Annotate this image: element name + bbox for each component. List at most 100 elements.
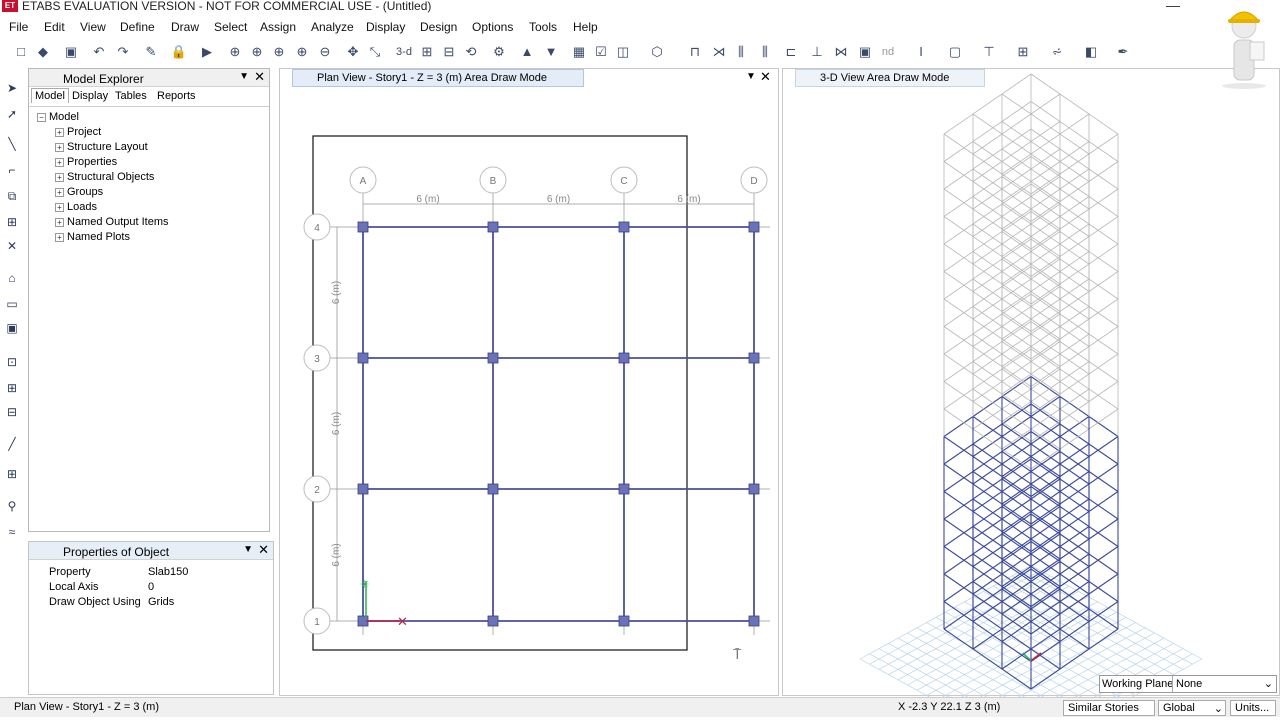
menu-design[interactable]: Design (420, 20, 457, 34)
draw-area-icon[interactable]: ▣ (4, 320, 20, 336)
tree-item-named-output-items[interactable]: + Named Output Items (55, 216, 169, 228)
plan-view-icon[interactable]: ⊞ (418, 43, 436, 61)
section-cut-icon[interactable]: ⊥ (808, 43, 826, 61)
tree-item-structure-layout[interactable]: + Structure Layout (55, 141, 148, 153)
beam-icon[interactable]: ⫼ (756, 43, 774, 61)
tree-item-properties[interactable]: + Properties (55, 156, 117, 168)
zoom-previous-icon[interactable]: ⊖ (316, 43, 334, 61)
align-icon[interactable]: ⊤ (980, 43, 998, 61)
working-plane-select[interactable]: None ⌄ (1172, 676, 1276, 692)
tab-tables[interactable]: Tables (115, 90, 147, 102)
menu-define[interactable]: Define (120, 20, 155, 34)
expand-icon[interactable]: + (55, 232, 64, 242)
reshape-icon[interactable]: ➚ (4, 106, 20, 122)
3d-view-button[interactable]: 3-d (394, 43, 414, 61)
zoom-restore-icon[interactable]: ⊕ (293, 43, 311, 61)
rubber-band-icon[interactable]: ⤡ (366, 43, 384, 61)
draw-opening-icon[interactable]: ⊡ (4, 354, 20, 370)
nd-button[interactable]: nd (878, 43, 898, 61)
units-button[interactable]: Units... (1230, 700, 1276, 716)
menu-edit[interactable]: Edit (44, 20, 65, 34)
column-icon[interactable]: ⫼ (732, 43, 750, 61)
chevron-down-icon[interactable]: ▼ (243, 544, 253, 555)
undo-icon[interactable]: ↶ (90, 43, 108, 61)
coord-system-select[interactable]: Global ⌄ (1158, 700, 1226, 716)
menu-file[interactable]: File (9, 20, 28, 34)
plan-view-canvas[interactable]: A B C D 4 3 2 1 6 (m) 6 (m) 6 (m) 6 (m) 6 (m) 6 (m) ✕ ✳ (280, 69, 780, 697)
tab-display[interactable]: Display (72, 90, 108, 102)
prop-value-property[interactable]: Slab150 (148, 566, 188, 578)
draw-floor-icon[interactable]: ⌂ (4, 270, 20, 286)
draw-dimension-icon[interactable]: ⚲ (4, 498, 20, 514)
tree-item-named-plots[interactable]: + Named Plots (55, 231, 130, 243)
pan-icon[interactable]: ✥ (344, 43, 362, 61)
menu-assign[interactable]: Assign (260, 20, 296, 34)
draw-column-icon[interactable]: ⧉ (4, 188, 20, 204)
draw-grid-icon[interactable]: ⊞ (4, 466, 20, 482)
collapse-icon[interactable]: − (37, 112, 46, 122)
redo-icon[interactable]: ↷ (114, 43, 132, 61)
link-icon[interactable]: ⋈ (832, 43, 850, 61)
move-down-icon[interactable]: ▼ (542, 43, 560, 61)
elevation-view-icon[interactable]: ⊟ (440, 43, 458, 61)
draw-icon[interactable]: ✎ (142, 43, 160, 61)
tab-reports[interactable]: Reports (157, 90, 196, 102)
view-options-icon[interactable]: ⬡ (648, 43, 666, 61)
paint-icon[interactable]: ✒ (1114, 43, 1132, 61)
close-icon[interactable]: ✕ (254, 69, 265, 85)
tree-item-structural-objects[interactable]: + Structural Objects (55, 171, 154, 183)
area-icon[interactable]: ▣ (856, 43, 874, 61)
box-icon[interactable]: ▢ (946, 43, 964, 61)
display-options-icon[interactable]: ◫ (614, 43, 632, 61)
3d-view-canvas[interactable] (783, 69, 1280, 697)
expand-icon[interactable]: + (55, 202, 64, 212)
save-icon[interactable]: ▣ (62, 43, 80, 61)
close-icon[interactable]: ✕ (258, 542, 269, 558)
expand-icon[interactable]: + (55, 142, 64, 152)
joint-icon[interactable]: ⩫ (1048, 43, 1066, 61)
zoom-in-icon[interactable]: ⊕ (248, 43, 266, 61)
run-analysis-icon[interactable]: ▶ (198, 43, 216, 61)
prop-value-local-axis[interactable]: 0 (148, 581, 154, 593)
menu-tools[interactable]: Tools (529, 20, 557, 34)
draw-wall-stack-icon[interactable]: ⊞ (4, 380, 20, 396)
brace-icon[interactable]: ⋊ (710, 43, 728, 61)
tree-root-model[interactable]: − Model (37, 111, 79, 123)
tree-item-loads[interactable]: + Loads (55, 201, 97, 213)
object-shrink-icon[interactable]: ▦ (570, 43, 588, 61)
menu-draw[interactable]: Draw (171, 20, 199, 34)
expand-icon[interactable]: + (55, 187, 64, 197)
tree-item-project[interactable]: + Project (55, 126, 101, 138)
tab-model[interactable]: Model (31, 88, 69, 103)
minimize-button[interactable]: — (1166, 0, 1180, 13)
tree-item-groups[interactable]: + Groups (55, 186, 103, 198)
draw-beam-icon[interactable]: ⌐ (4, 162, 20, 178)
pointer-icon[interactable]: ➤ (4, 80, 20, 96)
draw-x-brace-icon[interactable]: ✕ (4, 238, 20, 254)
wall-icon[interactable]: ⊏ (782, 43, 800, 61)
menu-analyze[interactable]: Analyze (311, 20, 354, 34)
lock-icon[interactable]: 🔒 (170, 43, 188, 61)
prop-value-draw-object-using[interactable]: Grids (148, 596, 174, 608)
menu-help[interactable]: Help (573, 20, 598, 34)
perspective-icon[interactable]: ⚙ (490, 43, 508, 61)
open-icon[interactable]: ◆ (34, 43, 52, 61)
zoom-window-icon[interactable]: ⊕ (226, 43, 244, 61)
draw-spring-icon[interactable]: ≈ (4, 524, 20, 540)
draw-link-icon[interactable]: ╱ (4, 436, 20, 452)
draw-pier-icon[interactable]: ⊟ (4, 404, 20, 420)
expand-icon[interactable]: + (55, 127, 64, 137)
expand-icon[interactable]: + (55, 217, 64, 227)
move-up-icon[interactable]: ▲ (518, 43, 536, 61)
expand-icon[interactable]: + (55, 157, 64, 167)
rotate-icon[interactable]: ⟲ (462, 43, 480, 61)
draw-wall-icon[interactable]: ▭ (4, 296, 20, 312)
menu-view[interactable]: View (80, 20, 106, 34)
menu-display[interactable]: Display (366, 20, 405, 34)
frame-icon[interactable]: ⊓ (686, 43, 704, 61)
new-model-icon[interactable]: □ (12, 43, 30, 61)
draw-line-icon[interactable]: ╲ (4, 136, 20, 152)
menu-options[interactable]: Options (472, 20, 513, 34)
chevron-down-icon[interactable]: ▼ (239, 71, 249, 82)
fill-icon[interactable]: ◧ (1082, 43, 1100, 61)
